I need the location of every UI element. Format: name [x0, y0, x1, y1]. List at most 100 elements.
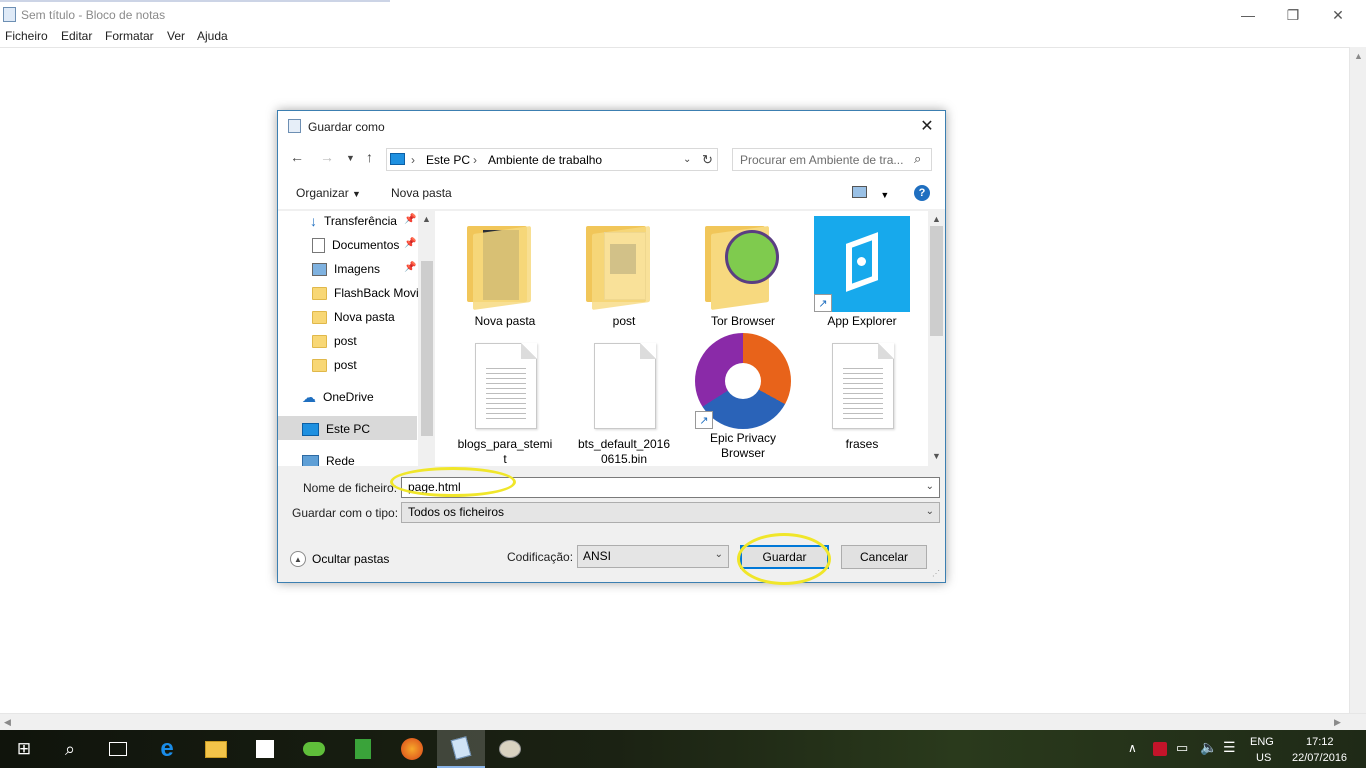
app-taskbar-button[interactable]: [290, 730, 338, 768]
search-icon[interactable]: ⌕: [914, 151, 921, 167]
notepad-taskbar-button[interactable]: [437, 730, 485, 768]
minimize-button[interactable]: —: [1225, 0, 1271, 30]
encoding-value: ANSI: [583, 549, 612, 563]
view-options-button[interactable]: ▼: [852, 186, 889, 201]
file-item-blogs-para-stemit[interactable]: blogs_para_stemit: [449, 339, 561, 467]
chevron-down-icon: ▼: [352, 189, 361, 199]
file-item-post[interactable]: post: [568, 216, 680, 329]
up-arrow-icon[interactable]: ↑: [366, 149, 373, 165]
restore-button[interactable]: ❐: [1270, 0, 1316, 30]
notepad-icon: [450, 736, 472, 760]
refresh-icon[interactable]: ↻: [702, 152, 713, 168]
encoding-select[interactable]: ANSI ⌄: [577, 545, 729, 568]
store-icon: [256, 740, 274, 758]
notepad-icon: [288, 119, 301, 133]
address-bar[interactable]: › Este PC › Ambiente de trabalho ⌄ ↻: [386, 148, 718, 171]
file-item-app-explorer[interactable]: ↗ App Explorer: [806, 216, 918, 329]
address-dropdown-icon[interactable]: ⌄: [683, 154, 691, 165]
back-arrow-icon[interactable]: ←: [290, 149, 304, 165]
file-item-frases[interactable]: frases: [806, 339, 918, 452]
nav-item-onedrive[interactable]: ☁ OneDrive: [302, 386, 437, 408]
hide-folders-button[interactable]: ▲ Ocultar pastas: [290, 551, 389, 567]
menu-editar[interactable]: Editar: [61, 29, 92, 43]
paint-icon: [499, 740, 521, 758]
start-button[interactable]: ⊞: [0, 730, 48, 768]
notes-taskbar-button[interactable]: [339, 730, 387, 768]
filetype-label: Guardar com o tipo:: [292, 506, 399, 520]
pin-icon[interactable]: 📌: [404, 262, 416, 273]
command-bar: [278, 179, 945, 209]
filetype-select[interactable]: Todos os ficheiros ⌄: [401, 502, 940, 523]
scroll-left-icon[interactable]: ◀: [4, 717, 11, 728]
file-name: blogs_para_stemit: [457, 437, 553, 466]
highlight-ring: [390, 467, 516, 497]
close-button[interactable]: ✕: [1315, 0, 1361, 30]
vertical-scrollbar[interactable]: ▲: [1349, 47, 1366, 715]
keyboard-layout[interactable]: US: [1256, 752, 1271, 764]
clock-time[interactable]: 17:12: [1306, 736, 1334, 748]
file-name: Epic Privacy Browser: [709, 431, 777, 460]
file-explorer-taskbar-button[interactable]: [192, 730, 240, 768]
chevron-down-icon[interactable]: ⌄: [926, 481, 934, 492]
file-item-tor-browser[interactable]: Tor Browser: [687, 216, 799, 329]
antivirus-icon[interactable]: [1153, 742, 1167, 756]
scroll-up-icon[interactable]: ▲: [1354, 51, 1363, 61]
scroll-up-icon[interactable]: ▲: [422, 214, 431, 224]
text-file-icon: [457, 339, 553, 435]
firefox-icon: [401, 738, 423, 760]
search-taskbar-button[interactable]: ⌕: [46, 730, 94, 768]
recent-locations-chevron-icon[interactable]: ▼: [346, 153, 355, 163]
dialog-close-button[interactable]: ✕: [914, 115, 940, 137]
folder-icon: [312, 334, 327, 348]
epic-browser-icon: ↗: [695, 333, 791, 429]
pin-icon[interactable]: 📌: [404, 238, 416, 249]
paint-taskbar-button[interactable]: [486, 730, 534, 768]
breadcrumb-este-pc[interactable]: Este PC: [426, 153, 470, 167]
menu-ficheiro[interactable]: Ficheiro: [5, 29, 48, 43]
file-scrollbar-thumb[interactable]: [930, 226, 943, 336]
resize-grip-icon[interactable]: ⋰: [932, 569, 940, 578]
scroll-down-icon[interactable]: ▼: [932, 451, 941, 461]
task-view-icon: [109, 742, 127, 756]
organize-button[interactable]: Organizar ▼: [296, 186, 361, 200]
task-view-button[interactable]: [94, 730, 142, 768]
file-item-bts-default[interactable]: bts_default_20160615.bin: [568, 339, 680, 467]
show-hidden-icons[interactable]: ∧: [1128, 741, 1137, 755]
menu-formatar[interactable]: Formatar: [105, 29, 154, 43]
file-name: bts_default_20160615.bin: [577, 437, 671, 466]
folder-icon: [457, 216, 553, 312]
input-language[interactable]: ENG: [1250, 736, 1274, 748]
file-item-epic-privacy-browser[interactable]: ↗ Epic Privacy Browser: [687, 333, 799, 461]
pin-icon[interactable]: 📌: [404, 214, 416, 225]
file-name: App Explorer: [827, 314, 897, 328]
windows-logo-icon: ⊞: [16, 739, 32, 758]
search-input[interactable]: Procurar em Ambiente de tra... ⌕: [732, 148, 932, 171]
help-icon[interactable]: ?: [914, 185, 930, 201]
clock-date[interactable]: 22/07/2016: [1292, 752, 1347, 764]
file-name: post: [612, 314, 636, 328]
scroll-right-icon[interactable]: ▶: [1334, 717, 1341, 728]
battery-icon[interactable]: ▭: [1176, 740, 1188, 756]
breadcrumb-desktop[interactable]: Ambiente de trabalho: [488, 153, 602, 167]
scroll-up-icon[interactable]: ▲: [932, 214, 941, 224]
volume-icon[interactable]: 🔈: [1200, 739, 1217, 756]
edge-taskbar-button[interactable]: e: [143, 730, 191, 768]
nav-scrollbar-thumb[interactable]: [421, 261, 433, 436]
chevron-down-icon[interactable]: ⌄: [715, 549, 723, 560]
onedrive-cloud-icon: ☁: [302, 388, 316, 405]
file-item-nova-pasta[interactable]: Nova pasta: [449, 216, 561, 329]
notification-icon[interactable]: ☰: [1223, 739, 1236, 756]
menu-ver[interactable]: Ver: [167, 29, 185, 43]
cancel-button[interactable]: Cancelar: [841, 545, 927, 569]
nav-item-este-pc[interactable]: Este PC: [302, 418, 437, 440]
nav-label: Imagens: [334, 262, 381, 276]
highlight-ring: [737, 533, 831, 585]
firefox-taskbar-button[interactable]: [388, 730, 436, 768]
store-taskbar-button[interactable]: [241, 730, 289, 768]
view-icon: [852, 186, 867, 198]
chevron-down-icon[interactable]: ⌄: [926, 506, 934, 517]
new-folder-button[interactable]: Nova pasta: [391, 186, 452, 200]
menu-ajuda[interactable]: Ajuda: [197, 29, 228, 43]
horizontal-scrollbar[interactable]: ◀ ▶: [0, 713, 1366, 730]
forward-arrow-icon[interactable]: →: [320, 149, 334, 165]
